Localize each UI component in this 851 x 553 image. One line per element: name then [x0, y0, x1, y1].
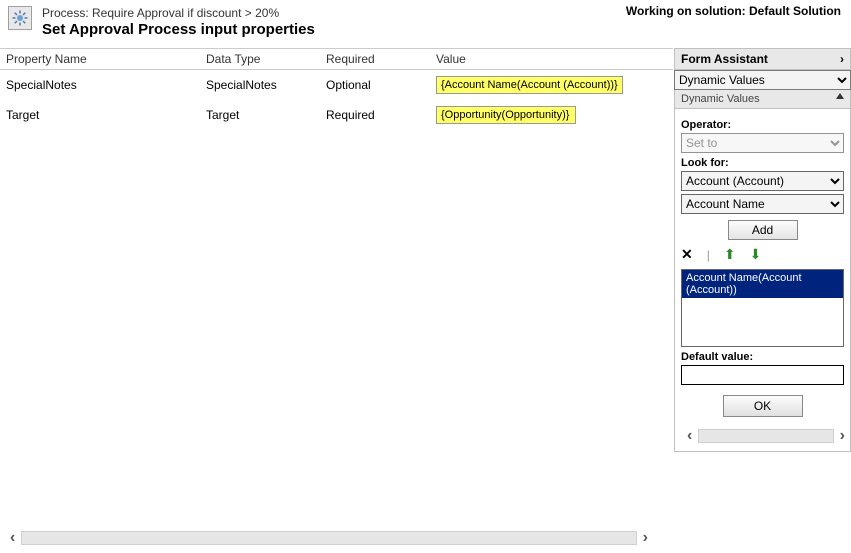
solution-label: Working on solution: Default Solution — [626, 4, 841, 18]
scroll-left-icon[interactable]: ‹ — [4, 529, 21, 547]
cell-datatype: Target — [200, 106, 320, 124]
col-header-datatype[interactable]: Data Type — [200, 49, 320, 69]
scroll-right-icon[interactable]: › — [637, 529, 654, 547]
grid-row[interactable]: SpecialNotes SpecialNotes Optional {Acco… — [0, 70, 673, 100]
cell-datatype: SpecialNotes — [200, 76, 320, 94]
remove-icon[interactable]: ✕ — [681, 246, 693, 263]
properties-grid: Property Name Data Type Required Value S… — [0, 48, 673, 452]
assistant-mode-select[interactable]: Dynamic Values — [674, 70, 851, 90]
scroll-right-icon[interactable]: › — [834, 427, 851, 445]
form-assistant-panel: Form Assistant › Dynamic Values Dynamic … — [673, 48, 851, 452]
move-up-icon[interactable]: ⬆ — [724, 246, 736, 263]
default-value-label: Default value: — [681, 351, 844, 363]
chevron-right-icon: › — [840, 52, 844, 66]
move-down-icon[interactable]: ⬇ — [750, 246, 762, 263]
grid-hscroll[interactable]: ‹ › — [4, 529, 654, 547]
default-value-input[interactable] — [681, 365, 844, 385]
ok-button[interactable]: OK — [723, 395, 803, 417]
lookfor-attribute-select[interactable]: Account Name — [681, 194, 844, 214]
scroll-left-icon[interactable]: ‹ — [681, 427, 698, 445]
scroll-track[interactable] — [698, 429, 833, 443]
assistant-hscroll[interactable]: ‹ › — [681, 427, 851, 445]
operator-label: Operator: — [681, 119, 844, 131]
selected-values-list[interactable]: Account Name(Account (Account)) — [681, 269, 844, 347]
operator-select: Set to — [681, 133, 844, 153]
collapse-caret-icon — [836, 93, 844, 99]
separator: | — [707, 248, 710, 262]
cell-required: Optional — [320, 76, 430, 94]
value-token[interactable]: {Account Name(Account (Account))} — [436, 76, 623, 94]
scroll-track[interactable] — [21, 531, 636, 545]
form-assistant-title: Form Assistant — [681, 52, 768, 66]
cell-property: SpecialNotes — [0, 76, 200, 94]
process-gear-icon — [8, 6, 32, 30]
cell-value: {Opportunity(Opportunity)} — [430, 104, 673, 126]
lookfor-entity-select[interactable]: Account (Account) — [681, 171, 844, 191]
col-header-value[interactable]: Value — [430, 49, 673, 69]
grid-row[interactable]: Target Target Required {Opportunity(Oppo… — [0, 100, 673, 130]
grid-header-row: Property Name Data Type Required Value — [0, 48, 673, 70]
cell-required: Required — [320, 106, 430, 124]
cell-property: Target — [0, 106, 200, 124]
col-header-property[interactable]: Property Name — [0, 49, 200, 69]
col-header-required[interactable]: Required — [320, 49, 430, 69]
add-button[interactable]: Add — [728, 220, 798, 240]
value-token[interactable]: {Opportunity(Opportunity)} — [436, 106, 576, 124]
list-item[interactable]: Account Name(Account (Account)) — [682, 270, 843, 298]
lookfor-label: Look for: — [681, 157, 844, 169]
process-breadcrumb: Process: Require Approval if discount > … — [42, 6, 315, 20]
form-assistant-header[interactable]: Form Assistant › — [674, 48, 851, 70]
cell-value: {Account Name(Account (Account))} — [430, 74, 673, 96]
page-title: Set Approval Process input properties — [42, 21, 315, 38]
dynamic-values-section[interactable]: Dynamic Values — [674, 90, 851, 109]
